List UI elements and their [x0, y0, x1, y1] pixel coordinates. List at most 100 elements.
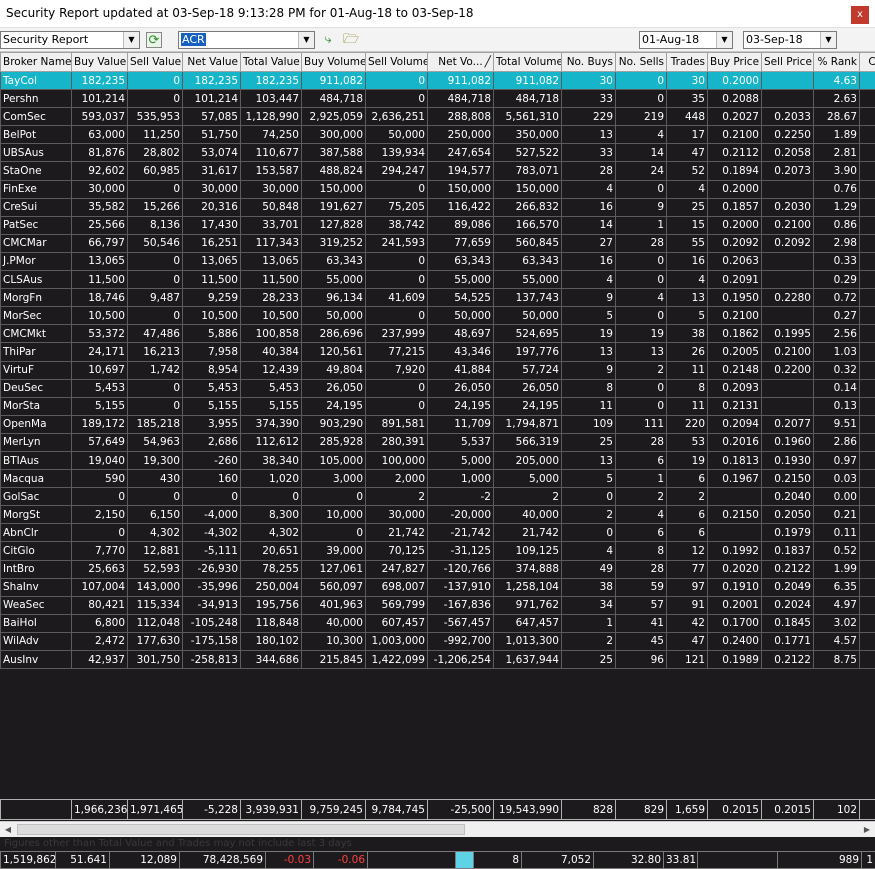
table-row[interactable]: BelPot 63,000 11,250 51,750 74,250 300,000 50,… — [0, 125, 875, 145]
column-header[interactable]: Sell Volume — [365, 52, 428, 72]
table-cell: 0.2092 — [707, 233, 762, 253]
total-cell: 0.2015 — [761, 799, 814, 820]
table-cell: 4 — [615, 505, 667, 525]
chevron-down-icon[interactable]: ▼ — [298, 32, 314, 48]
table-cell — [761, 270, 814, 290]
table-cell: 0.03 — [813, 469, 860, 489]
table-cell: 0.1845 — [761, 613, 814, 633]
table-row[interactable]: CLSAus 11,500 0 11,500 11,500 55,000 0 55,000 55… — [0, 270, 875, 290]
table-cell: 0.29 — [813, 270, 860, 290]
table-row[interactable]: Pershn 101,214 0 101,214 103,447 484,718 0 484,… — [0, 89, 875, 109]
table-row[interactable]: CreSui 35,582 15,266 20,316 50,848 191,627 75,… — [0, 197, 875, 217]
table-row[interactable]: Macqua 590 430 160 1,020 3,000 2,000 1,000 5,000… — [0, 469, 875, 489]
table-cell: 127,828 — [301, 215, 366, 235]
table-cell: Pershn — [0, 89, 72, 109]
table-cell: 78,255 — [240, 559, 302, 579]
column-header[interactable]: Net Vo... ╱ — [427, 52, 494, 72]
column-header[interactable]: Trades — [666, 52, 708, 72]
table-cell: 301,750 — [127, 649, 183, 670]
table-row[interactable]: J.PMor 13,065 0 13,065 13,065 63,343 0 63,343 63… — [0, 251, 875, 272]
table-cell: 194,577 — [427, 161, 494, 181]
table-cell: 911,082 — [427, 70, 494, 91]
open-folder-icon[interactable]: 🗁 — [343, 32, 359, 48]
table-cell: 560,097 — [301, 577, 366, 597]
table-cell: 374,390 — [240, 414, 302, 434]
scrollbar-thumb[interactable] — [17, 824, 465, 835]
table-row[interactable]: CMCMkt 53,372 47,486 5,886 100,858 286,696 237… — [0, 324, 875, 344]
column-header[interactable]: Sell Value — [127, 52, 183, 72]
table-row[interactable]: MorSta 5,155 0 5,155 5,155 24,195 0 24,195 24,19… — [0, 396, 875, 416]
table-cell — [859, 432, 875, 452]
table-row[interactable]: BTIAus 19,040 19,300 -260 38,340 105,000 100,0… — [0, 450, 875, 471]
table-cell: 4 — [615, 288, 667, 308]
column-header[interactable]: Total Volume — [493, 52, 562, 72]
table-cell: 0 — [127, 378, 183, 398]
table-cell: 0 — [127, 251, 183, 272]
date-from-select[interactable]: 01-Aug-18 ▼ — [639, 31, 733, 49]
scroll-left-icon[interactable]: ◀ — [0, 822, 16, 837]
table-row[interactable]: OpenMa 189,172 185,218 3,955 374,390 903,290 8… — [0, 414, 875, 434]
table-row[interactable]: ThiPar 24,171 16,213 7,958 40,384 120,561 77,2… — [0, 342, 875, 362]
column-header[interactable]: Buy Value — [71, 52, 128, 72]
table-row[interactable]: BaiHol 6,800 112,048 -105,248 118,848 40,000 6… — [0, 613, 875, 633]
table-row[interactable]: DeuSec 5,453 0 5,453 5,453 26,050 0 26,050 26,05… — [0, 378, 875, 398]
table-row[interactable]: VirtuF 10,697 1,742 8,954 12,439 49,804 7,920 4… — [0, 360, 875, 380]
table-row[interactable]: IntBro 25,663 52,593 -26,930 78,255 127,061 24… — [0, 559, 875, 579]
table-cell: 101,214 — [71, 89, 128, 109]
table-cell — [859, 306, 875, 326]
close-button[interactable]: x — [851, 6, 869, 24]
chevron-down-icon[interactable]: ▼ — [716, 32, 732, 48]
table-row[interactable]: MorSec 10,500 0 10,500 10,500 50,000 0 50,000 50… — [0, 306, 875, 326]
table-row[interactable]: UBSAus 81,876 28,802 53,074 110,677 387,588 13… — [0, 143, 875, 163]
total-cell: 102 — [813, 799, 860, 820]
table-row[interactable]: StaOne 92,602 60,985 31,617 153,587 488,824 29… — [0, 161, 875, 181]
table-row[interactable]: TayCol 182,235 0 182,235 182,235 911,082 0 911,… — [0, 70, 875, 91]
table-row[interactable]: WeaSec 80,421 115,334 -34,913 195,756 401,963… — [0, 595, 875, 615]
column-header[interactable]: % Rank — [813, 52, 860, 72]
column-header[interactable]: Call — [859, 52, 875, 72]
table-row[interactable]: MerLyn 57,649 54,963 2,686 112,612 285,928 280… — [0, 432, 875, 452]
column-header[interactable]: Buy Price — [707, 52, 762, 72]
report-type-select[interactable]: Security Report ▼ — [0, 31, 140, 49]
table-row[interactable]: ShaInv 107,004 143,000 -35,996 250,004 560,09… — [0, 577, 875, 597]
column-header[interactable]: No. Buys — [561, 52, 616, 72]
date-to-select[interactable]: 03-Sep-18 ▼ — [743, 31, 837, 49]
table-cell: 13,065 — [71, 251, 128, 272]
chevron-down-icon[interactable]: ▼ — [123, 32, 139, 48]
sort-descending-icon[interactable]: ╱ — [485, 56, 491, 68]
table-cell: MorgSt — [0, 505, 72, 525]
column-header[interactable]: Sell Price — [761, 52, 814, 72]
table-cell: 1 — [615, 215, 667, 235]
go-arrow-icon[interactable]: ⤷ — [320, 32, 336, 48]
column-header[interactable]: Buy Volume — [301, 52, 366, 72]
table-cell: 0.1989 — [707, 649, 762, 670]
table-row[interactable]: ComSec 593,037 535,953 57,085 1,128,990 2,925… — [0, 107, 875, 127]
security-code-select[interactable]: ACR ▼ — [178, 31, 315, 49]
column-header[interactable]: Broker Name — [0, 52, 72, 72]
table-row[interactable]: AbnClr 0 4,302 -4,302 4,302 0 21,742 -21,742 21,… — [0, 523, 875, 543]
column-header[interactable]: Net Value — [182, 52, 241, 72]
table-cell: 4 — [561, 541, 616, 561]
table-row[interactable]: FinExe 30,000 0 30,000 30,000 150,000 0 150,000… — [0, 179, 875, 199]
table-cell: 0 — [615, 378, 667, 398]
table-row[interactable]: MorgFn 18,746 9,487 9,259 28,233 96,134 41,609… — [0, 288, 875, 308]
table-row[interactable]: MorgSt 2,150 6,150 -4,000 8,300 10,000 30,000-… — [0, 505, 875, 525]
column-header[interactable]: Total Value — [240, 52, 302, 72]
table-row[interactable]: CMCMar 66,797 50,546 16,251 117,343 319,252 24… — [0, 233, 875, 253]
refresh-icon[interactable]: ⟳ — [146, 32, 162, 48]
table-cell: 191,627 — [301, 197, 366, 217]
table-cell: -175,158 — [182, 631, 241, 652]
chevron-down-icon[interactable]: ▼ — [820, 32, 836, 48]
table-row[interactable]: AusInv 42,937 301,750 -258,813 344,686 215,84… — [0, 649, 875, 670]
column-header[interactable]: No. Sells — [615, 52, 667, 72]
horizontal-scrollbar[interactable]: ◀ ▶ — [0, 821, 875, 837]
table-cell: MorSec — [0, 306, 72, 326]
table-cell: 891,581 — [365, 414, 428, 434]
table-row[interactable]: GolSac 0 0 0 0 0 2 -2 2 0 2 2 0.2040 0.00 — [0, 487, 875, 507]
scroll-right-icon[interactable]: ▶ — [859, 822, 875, 837]
table-cell: 53,074 — [182, 143, 241, 163]
table-row[interactable]: PatSec 25,566 8,136 17,430 33,701 127,828 38,7… — [0, 215, 875, 235]
table-row[interactable]: WilAdv 2,472 177,630 -175,158 180,102 10,300 1… — [0, 631, 875, 652]
table-row[interactable]: CitGlo 7,770 12,881 -5,111 20,651 39,000 70,12… — [0, 541, 875, 561]
table-cell: 20,651 — [240, 541, 302, 561]
